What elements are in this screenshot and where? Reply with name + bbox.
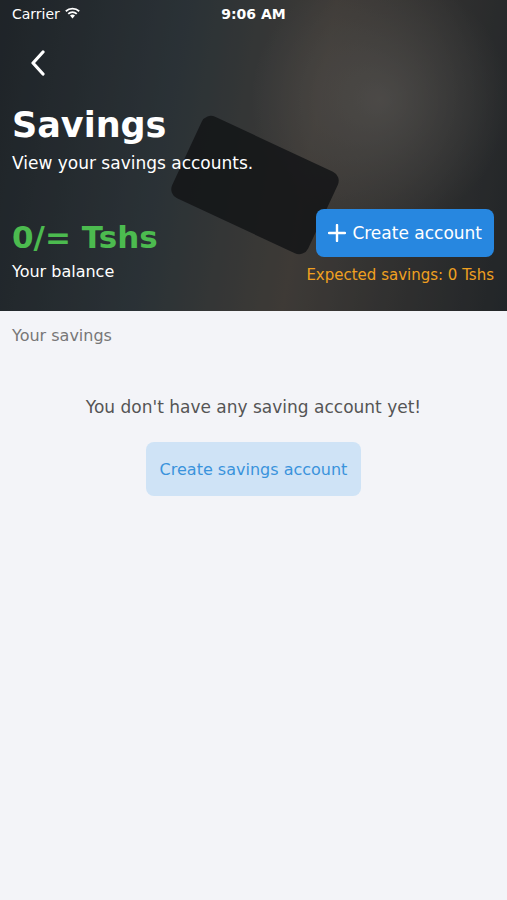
header: Carrier 9:06 AM Savings View your savings a… bbox=[0, 0, 507, 311]
create-account-label: Create account bbox=[352, 223, 482, 243]
create-savings-button[interactable]: Create savings account bbox=[146, 442, 362, 496]
page-subtitle: View your savings accounts. bbox=[12, 152, 495, 174]
status-bar: Carrier 9:06 AM bbox=[12, 0, 495, 28]
plus-icon bbox=[328, 224, 346, 242]
expected-savings: Expected savings: 0 Tshs bbox=[306, 265, 494, 285]
balance-label: Your balance bbox=[12, 262, 158, 282]
balance-amount: 0/= Tshs bbox=[12, 218, 158, 256]
page-title: Savings bbox=[12, 104, 495, 146]
balance-row: 0/= Tshs Your balance Create account Expect… bbox=[12, 209, 495, 285]
create-column: Create account Expected savings: 0 Tshs bbox=[306, 209, 494, 285]
button-wrap: Create savings account bbox=[0, 442, 507, 496]
carrier: Carrier bbox=[12, 6, 60, 22]
section-title: Your savings bbox=[0, 311, 507, 346]
clock: 9:06 AM bbox=[173, 6, 334, 22]
header-content: Carrier 9:06 AM Savings View your savings a… bbox=[12, 0, 495, 285]
wifi-icon bbox=[64, 6, 81, 22]
create-account-button[interactable]: Create account bbox=[316, 209, 494, 257]
back-chevron-icon bbox=[30, 50, 46, 80]
back-button[interactable] bbox=[16, 43, 60, 87]
balance: 0/= Tshs Your balance bbox=[12, 209, 158, 282]
empty-message: You don't have any saving account yet! bbox=[0, 396, 507, 418]
status-left: Carrier bbox=[12, 6, 173, 22]
